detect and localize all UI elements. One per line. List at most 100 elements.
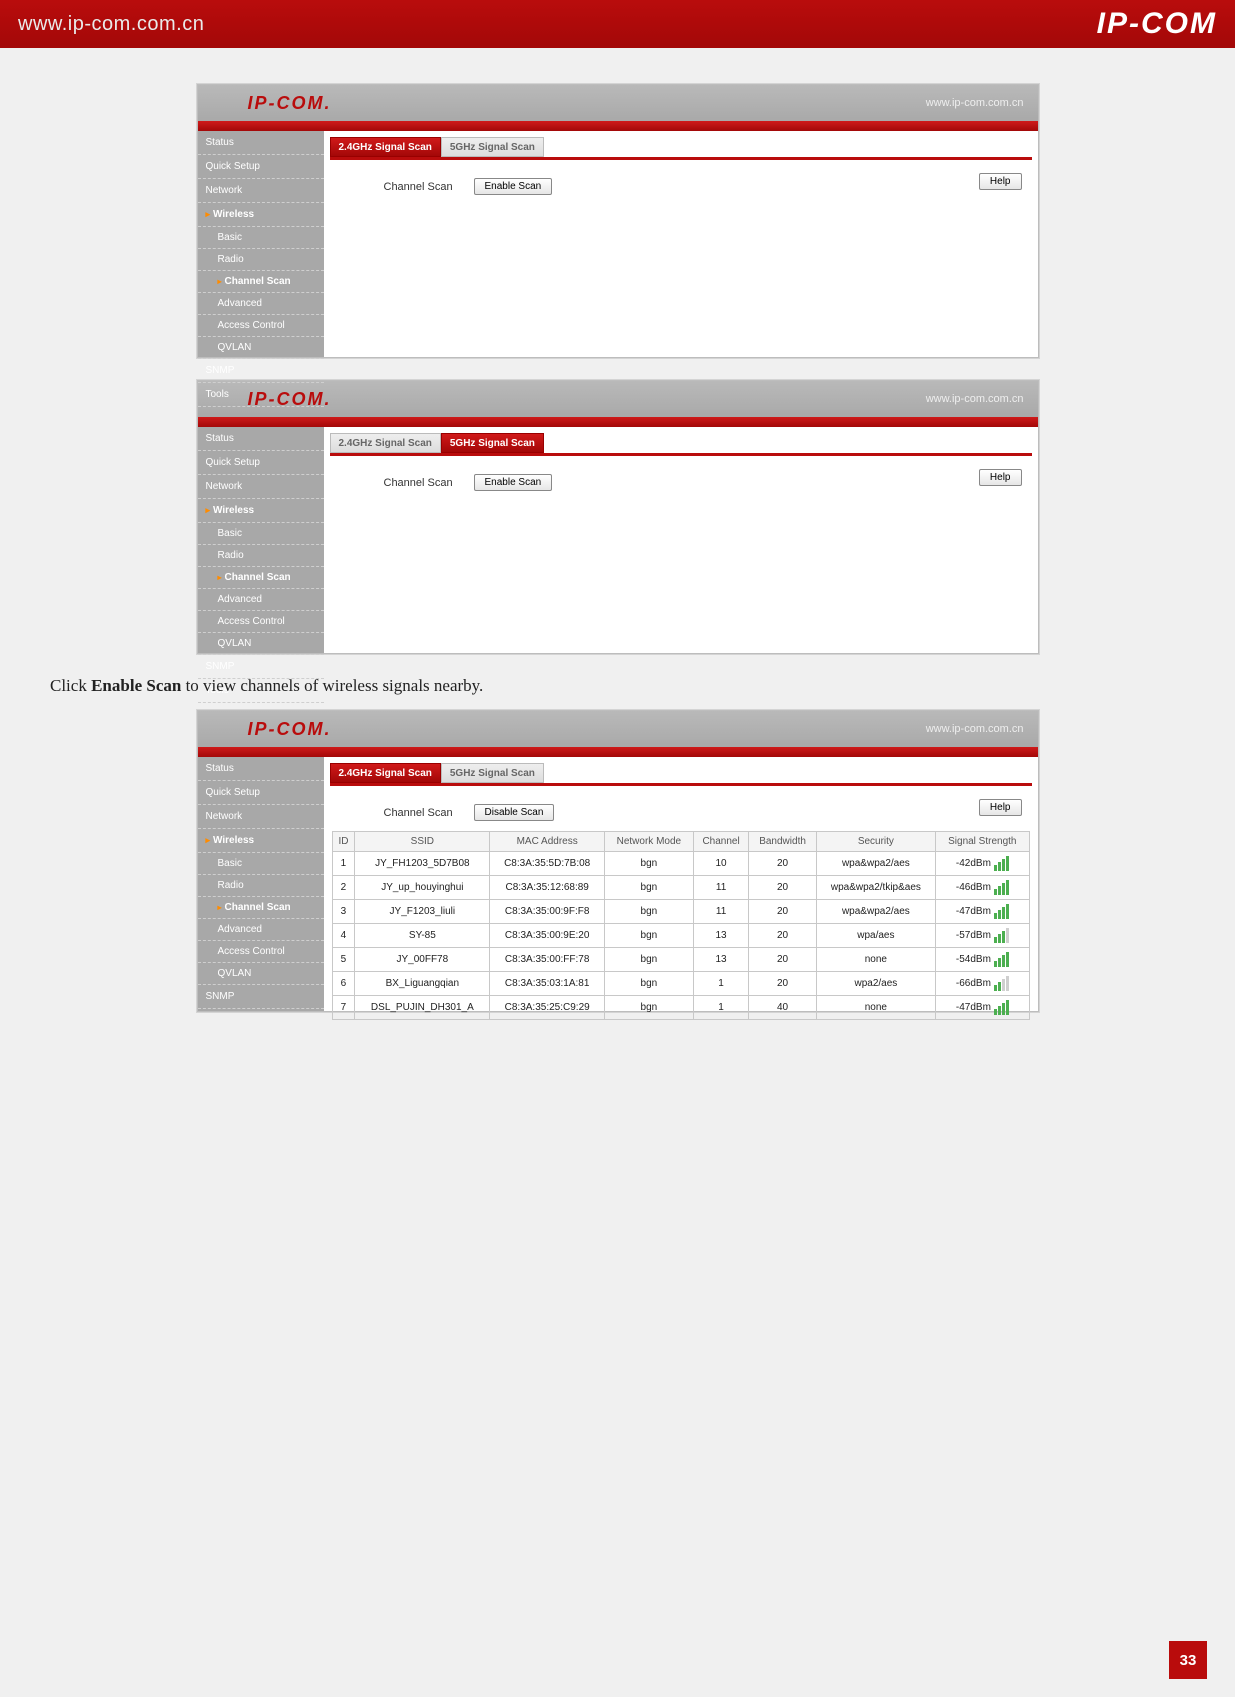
sidebar-item-quick-setup[interactable]: Quick Setup bbox=[198, 451, 324, 475]
sidebar-item-channel-scan[interactable]: ▸Channel Scan bbox=[198, 271, 324, 293]
sidebar-item-access-control[interactable]: Access Control bbox=[198, 315, 324, 337]
cell-ssid: JY_up_houyinghui bbox=[355, 876, 490, 900]
cell-signal: -47dBm bbox=[936, 996, 1029, 1020]
sidebar-item-status[interactable]: Status bbox=[198, 757, 324, 781]
table-row: 2JY_up_houyinghuiC8:3A:35:12:68:89bgn112… bbox=[332, 876, 1029, 900]
cell-channel: 11 bbox=[693, 876, 749, 900]
sidebar-item-wireless[interactable]: ▸Wireless bbox=[198, 829, 324, 853]
col-bandwidth: Bandwidth bbox=[749, 832, 816, 852]
sidebar-item-qvlan[interactable]: QVLAN bbox=[198, 963, 324, 985]
cell-id: 7 bbox=[332, 996, 355, 1020]
cell-id: 1 bbox=[332, 852, 355, 876]
help-button[interactable]: Help bbox=[979, 469, 1022, 486]
sidebar-item-network[interactable]: Network bbox=[198, 475, 324, 499]
sidebar-item-status[interactable]: Status bbox=[198, 427, 324, 451]
screenshot-panel-2: IP-COM. www.ip-com.com.cn Status Quick S… bbox=[197, 380, 1039, 654]
cell-ssid: JY_F1203_liuli bbox=[355, 900, 490, 924]
cell-mode: bgn bbox=[605, 852, 694, 876]
tab-5ghz[interactable]: 5GHz Signal Scan bbox=[441, 137, 544, 157]
page-number-badge: 33 bbox=[1169, 1641, 1207, 1679]
cell-ssid: DSL_PUJIN_DH301_A bbox=[355, 996, 490, 1020]
signal-bars-icon bbox=[994, 976, 1009, 991]
sidebar-item-access-control[interactable]: Access Control bbox=[198, 611, 324, 633]
col-security: Security bbox=[816, 832, 935, 852]
sidebar-item-network[interactable]: Network bbox=[198, 805, 324, 829]
sidebar-item-basic[interactable]: Basic bbox=[198, 227, 324, 249]
sidebar-nav: Status Quick Setup Network ▸Wireless Bas… bbox=[198, 131, 324, 357]
sidebar-item-qvlan[interactable]: QVLAN bbox=[198, 337, 324, 359]
cell-security: none bbox=[816, 948, 935, 972]
cell-bandwidth: 20 bbox=[749, 876, 816, 900]
sidebar-item-snmp[interactable]: SNMP bbox=[198, 359, 324, 383]
signal-bars-icon bbox=[994, 856, 1009, 871]
cell-channel: 11 bbox=[693, 900, 749, 924]
sidebar-item-wireless[interactable]: ▸Wireless bbox=[198, 499, 324, 523]
cell-channel: 13 bbox=[693, 924, 749, 948]
sidebar-item-advanced[interactable]: Advanced bbox=[198, 293, 324, 315]
sidebar-item-basic[interactable]: Basic bbox=[198, 853, 324, 875]
sidebar-item-snmp[interactable]: SNMP bbox=[198, 985, 324, 1009]
tab-5ghz[interactable]: 5GHz Signal Scan bbox=[441, 433, 544, 453]
caret-icon: ▸ bbox=[206, 505, 211, 515]
accent-bar bbox=[198, 417, 1038, 427]
enable-scan-button[interactable]: Enable Scan bbox=[474, 178, 553, 195]
table-row: 6BX_LiguangqianC8:3A:35:03:1A:81bgn120wp… bbox=[332, 972, 1029, 996]
caret-icon: ▸ bbox=[206, 835, 211, 845]
sidebar-item-radio[interactable]: Radio bbox=[198, 875, 324, 897]
cell-mac: C8:3A:35:00:FF:78 bbox=[490, 948, 605, 972]
panel-url: www.ip-com.com.cn bbox=[926, 97, 1024, 109]
sidebar-nav: Status Quick Setup Network ▸Wireless Bas… bbox=[198, 757, 324, 1011]
signal-bars-icon bbox=[994, 952, 1009, 967]
tab-24ghz[interactable]: 2.4GHz Signal Scan bbox=[330, 137, 441, 157]
sidebar-item-wireless[interactable]: ▸Wireless bbox=[198, 203, 324, 227]
cell-bandwidth: 40 bbox=[749, 996, 816, 1020]
table-row: 5JY_00FF78C8:3A:35:00:FF:78bgn1320none-5… bbox=[332, 948, 1029, 972]
disable-scan-button[interactable]: Disable Scan bbox=[474, 804, 555, 821]
sidebar-item-basic[interactable]: Basic bbox=[198, 523, 324, 545]
sidebar-nav: Status Quick Setup Network ▸Wireless Bas… bbox=[198, 427, 324, 653]
tab-24ghz[interactable]: 2.4GHz Signal Scan bbox=[330, 763, 441, 783]
tab-24ghz[interactable]: 2.4GHz Signal Scan bbox=[330, 433, 441, 453]
sidebar-item-channel-scan[interactable]: ▸Channel Scan bbox=[198, 567, 324, 589]
sidebar-item-quick-setup[interactable]: Quick Setup bbox=[198, 781, 324, 805]
doc-header: www.ip-com.com.cn IP-COM bbox=[0, 0, 1235, 48]
sidebar-item-advanced[interactable]: Advanced bbox=[198, 919, 324, 941]
table-row: 1JY_FH1203_5D7B08C8:3A:35:5D:7B:08bgn102… bbox=[332, 852, 1029, 876]
cell-ssid: SY-85 bbox=[355, 924, 490, 948]
sidebar-item-advanced[interactable]: Advanced bbox=[198, 589, 324, 611]
caret-icon: ▸ bbox=[206, 209, 211, 219]
cell-id: 5 bbox=[332, 948, 355, 972]
cell-security: wpa&wpa2/aes bbox=[816, 900, 935, 924]
caret-icon: ▸ bbox=[218, 573, 222, 582]
col-mode: Network Mode bbox=[605, 832, 694, 852]
help-button[interactable]: Help bbox=[979, 173, 1022, 190]
cell-signal: -46dBm bbox=[936, 876, 1029, 900]
cell-signal: -42dBm bbox=[936, 852, 1029, 876]
cell-security: wpa&wpa2/tkip&aes bbox=[816, 876, 935, 900]
col-signal: Signal Strength bbox=[936, 832, 1029, 852]
sidebar-item-quick-setup[interactable]: Quick Setup bbox=[198, 155, 324, 179]
table-row: 4SY-85C8:3A:35:00:9E:20bgn1320wpa/aes-57… bbox=[332, 924, 1029, 948]
sidebar-item-radio[interactable]: Radio bbox=[198, 545, 324, 567]
cell-mode: bgn bbox=[605, 948, 694, 972]
panel-header: IP-COM. www.ip-com.com.cn bbox=[198, 381, 1038, 417]
sidebar-item-network[interactable]: Network bbox=[198, 179, 324, 203]
enable-scan-button[interactable]: Enable Scan bbox=[474, 474, 553, 491]
sidebar-item-qvlan[interactable]: QVLAN bbox=[198, 633, 324, 655]
cell-signal: -57dBm bbox=[936, 924, 1029, 948]
sidebar-item-channel-scan[interactable]: ▸Channel Scan bbox=[198, 897, 324, 919]
sidebar-item-access-control[interactable]: Access Control bbox=[198, 941, 324, 963]
cell-mode: bgn bbox=[605, 972, 694, 996]
doc-header-logo: IP-COM bbox=[1097, 7, 1217, 41]
help-button[interactable]: Help bbox=[979, 799, 1022, 816]
cell-ssid: JY_FH1203_5D7B08 bbox=[355, 852, 490, 876]
tab-5ghz[interactable]: 5GHz Signal Scan bbox=[441, 763, 544, 783]
cell-id: 6 bbox=[332, 972, 355, 996]
tab-underline bbox=[330, 157, 1032, 160]
accent-bar bbox=[198, 747, 1038, 757]
sidebar-item-status[interactable]: Status bbox=[198, 131, 324, 155]
cell-mac: C8:3A:35:00:9F:F8 bbox=[490, 900, 605, 924]
sidebar-item-radio[interactable]: Radio bbox=[198, 249, 324, 271]
panel-header: IP-COM. www.ip-com.com.cn bbox=[198, 711, 1038, 747]
cell-security: wpa/aes bbox=[816, 924, 935, 948]
